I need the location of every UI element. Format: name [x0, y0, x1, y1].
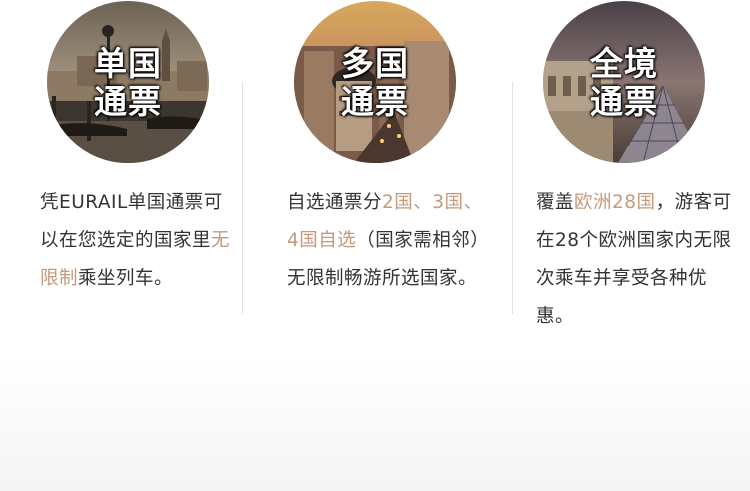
venice-photo: 单国 通票 [47, 1, 209, 163]
column-divider [242, 82, 243, 314]
card-title: 单国 通票 [94, 44, 162, 121]
card-title: 全境 通票 [590, 44, 658, 121]
card-title: 多国 通票 [341, 44, 409, 121]
louvre-photo: 全境 通票 [543, 1, 705, 163]
single-country-pass-card[interactable]: 单国 通票 凭EURAIL单国通票可以在您选定的国家里无限制乘坐列车。 [9, 0, 249, 360]
highlight-text: 欧洲28国 [574, 192, 656, 213]
card-description: 覆盖欧洲28国，游客可在28个欧洲国家内无限次乘车并享受各种优惠。 [536, 192, 732, 327]
card-description: 凭EURAIL单国通票可以在您选定的国家里无限制乘坐列车。 [40, 192, 231, 289]
multi-country-pass-card[interactable]: 多国 通票 自选通票分2国、3国、4国自选（国家需相邻）无限制畅游所选国家。 [256, 0, 496, 360]
madrid-photo: 多国 通票 [294, 1, 456, 163]
global-pass-card[interactable]: 全境 通票 覆盖欧洲28国，游客可在28个欧洲国家内无限次乘车并享受各种优惠。 [505, 0, 745, 360]
bottom-fade [0, 360, 750, 491]
card-description: 自选通票分2国、3国、4国自选（国家需相邻）无限制畅游所选国家。 [287, 192, 483, 289]
